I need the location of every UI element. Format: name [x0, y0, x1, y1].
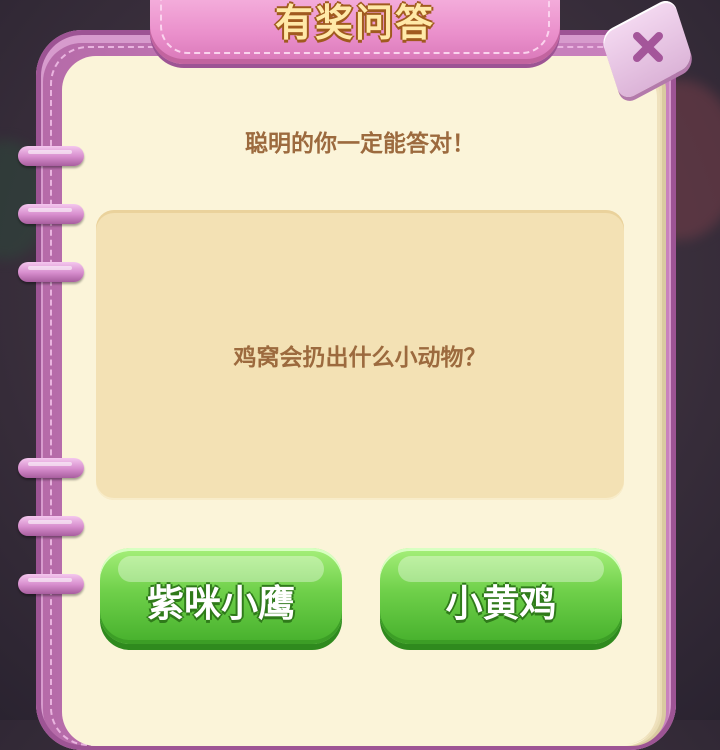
answer-label: 小黄鸡 — [445, 582, 557, 625]
title-tab: 有奖问答 — [150, 0, 560, 64]
answer-button-2[interactable]: 小黄鸡 — [380, 548, 622, 644]
binder-ring — [18, 574, 84, 594]
answer-label: 紫咪小鹰 — [147, 582, 295, 625]
binder-ring — [18, 204, 84, 224]
dialog-subtitle: 聪明的你一定能答对！ — [245, 131, 475, 157]
binder-ring — [18, 262, 84, 282]
binder-ring — [18, 458, 84, 478]
binder-ring — [18, 516, 84, 536]
question-text: 鸡窝会扔出什么小动物？ — [233, 345, 487, 371]
dialog-title: 有奖问答 — [274, 1, 435, 45]
answer-button-1[interactable]: 紫咪小鹰 — [100, 548, 342, 644]
question-panel: 鸡窝会扔出什么小动物？ — [96, 210, 624, 500]
